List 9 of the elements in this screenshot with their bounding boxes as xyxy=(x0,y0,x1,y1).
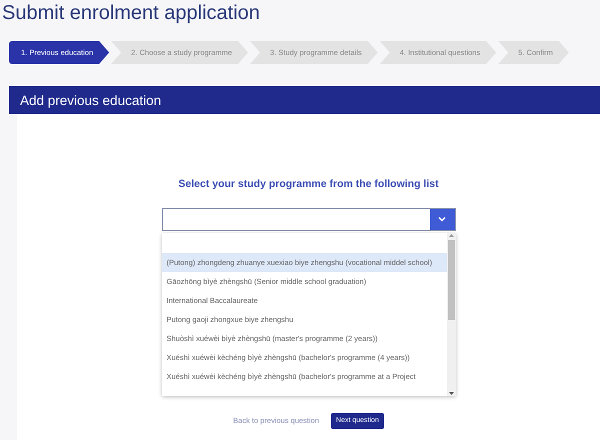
scrollbar-thumb[interactable] xyxy=(448,240,454,320)
page-title: Submit enrolment application xyxy=(1,1,261,26)
programme-select[interactable] xyxy=(162,208,456,231)
dropdown-button[interactable] xyxy=(430,208,454,230)
panel-header: Add previous education xyxy=(9,86,600,114)
question-heading: Select your study programme from the following list xyxy=(178,177,439,192)
chevron-down-icon xyxy=(438,216,446,222)
scroll-down-icon[interactable] xyxy=(448,390,454,396)
scrollbar[interactable] xyxy=(446,232,456,396)
